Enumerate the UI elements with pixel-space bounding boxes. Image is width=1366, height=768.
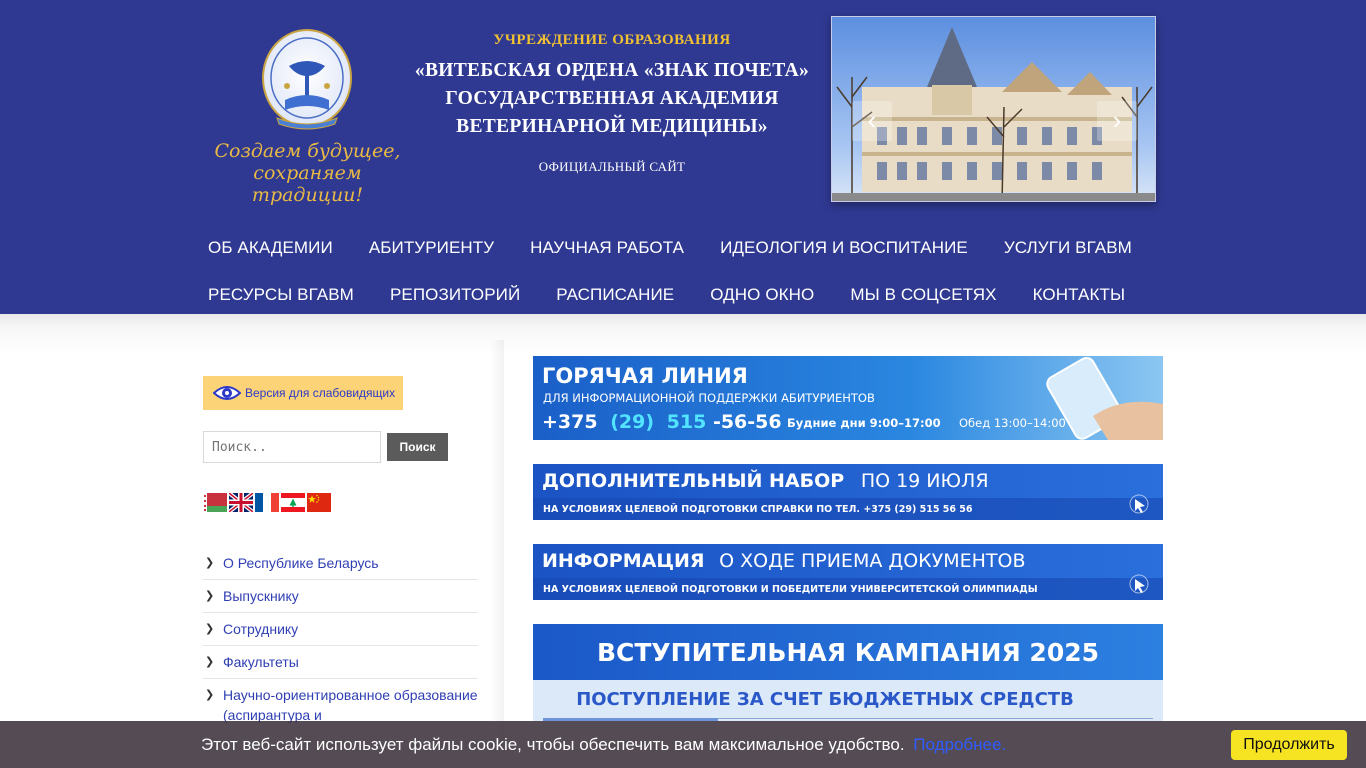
search-input[interactable] — [203, 431, 381, 463]
campaign-subtitle: ПОСТУПЛЕНИЕ ЗА СЧЕТ БЮДЖЕТНЫХ СРЕДСТВ — [576, 689, 1074, 710]
france-flag-icon[interactable] — [255, 493, 279, 512]
slider-next-button[interactable]: › — [1097, 101, 1137, 141]
eye-icon — [213, 386, 241, 400]
cookie-consent-bar: Этот веб-сайт использует файлы cookie, ч… — [0, 721, 1366, 768]
cookie-message: Этот веб-сайт использует файлы cookie, ч… — [201, 735, 1006, 755]
hotline-banner[interactable]: ГОРЯЧАЯ ЛИНИЯ ДЛЯ ИНФОРМАЦИОННОЙ ПОДДЕРЖ… — [533, 356, 1163, 440]
additional-enrollment-graphic: ДОПОЛНИТЕЛЬНЫЙ НАБОР ПО 19 ИЮЛЯ НА УСЛОВ… — [533, 464, 1163, 520]
hotline-title: ГОРЯЧАЯ ЛИНИЯ — [542, 364, 748, 388]
phone-code: (29) — [610, 411, 654, 433]
sidebar-item-label: Сотруднику — [223, 621, 299, 637]
nav-item-one-window[interactable]: ОДНО ОКНО — [692, 285, 832, 305]
phone-mid: 515 — [667, 411, 707, 433]
nav-row: РЕСУРСЫ ВГАВМ РЕПОЗИТОРИЙ РАСПИСАНИЕ ОДН… — [190, 271, 1180, 318]
sidebar-item-employee[interactable]: ❯ Сотруднику — [203, 613, 478, 646]
nav-item-research[interactable]: НАУЧНАЯ РАБОТА — [512, 238, 702, 258]
additional-subtitle: НА УСЛОВИЯХ ЦЕЛЕВОЙ ПОДГОТОВКИ СПРАВКИ П… — [543, 503, 973, 515]
admission-campaign-banner[interactable]: ВСТУПИТЕЛЬНАЯ КАМПАНИЯ 2025 ПОСТУПЛЕНИЕ … — [533, 624, 1163, 721]
nav-item-applicant[interactable]: АБИТУРИЕНТУ — [351, 238, 512, 258]
sidebar-item-label: О Республике Беларусь — [223, 555, 379, 571]
official-site-label: ОФИЦИАЛЬНЫЙ САЙТ — [538, 159, 686, 174]
additional-title-rest: ПО 19 ИЮЛЯ — [861, 470, 989, 492]
phone-prefix: +375 — [542, 411, 598, 433]
image-slider[interactable]: ‹ › — [831, 16, 1156, 202]
hotline-subtitle: ДЛЯ ИНФОРМАЦИОННОЙ ПОДДЕРЖКИ АБИТУРИЕНТО… — [543, 390, 875, 405]
nav-item-ideology[interactable]: ИДЕОЛОГИЯ И ВОСПИТАНИЕ — [702, 238, 986, 258]
sidebar-item-label: Научно-ориентированное образование (аспи… — [223, 687, 478, 723]
sidebar-item-belarus[interactable]: ❯ О Республике Беларусь — [203, 547, 478, 580]
chevron-right-icon: ❯ — [205, 557, 215, 569]
slider-prev-button[interactable]: ‹ — [852, 101, 892, 141]
info-title-bold: ИНФОРМАЦИЯ — [542, 550, 705, 572]
sidebar-item-faculties[interactable]: ❯ Факультеты — [203, 646, 478, 679]
cookie-more-link[interactable]: Подробнее. — [913, 735, 1006, 754]
nav-item-resources[interactable]: РЕСУРСЫ ВГАВМ — [190, 285, 372, 305]
lebanon-flag-icon[interactable] — [281, 493, 305, 512]
logo[interactable]: Создаем будущее, сохраняем традиции! — [200, 22, 415, 206]
search-button[interactable]: Поиск — [387, 433, 448, 461]
hotline-hours: Будние дни 9:00–17:00 — [787, 416, 941, 430]
chevron-right-icon: ❯ — [205, 590, 215, 602]
info-subtitle: НА УСЛОВИЯХ ЦЕЛЕВОЙ ПОДГОТОВКИ И ПОБЕДИТ… — [543, 583, 1038, 595]
additional-title-bold: ДОПОЛНИТЕЛЬНЫЙ НАБОР — [542, 469, 844, 492]
nav-item-schedule[interactable]: РАСПИСАНИЕ — [538, 285, 692, 305]
slogan-line: Создаем будущее, — [214, 140, 401, 162]
cookie-continue-button[interactable]: Продолжить — [1231, 730, 1347, 760]
admission-info-graphic: ИНФОРМАЦИЯ О ХОДЕ ПРИЕМА ДОКУМЕНТОВ НА У… — [533, 544, 1163, 600]
title-institution-type: УЧРЕЖДЕНИЕ ОБРАЗОВАНИЯ — [493, 32, 731, 48]
nav-item-services[interactable]: УСЛУГИ ВГАВМ — [986, 238, 1150, 258]
nav-item-social[interactable]: МЫ В СОЦСЕТЯХ — [832, 285, 1014, 305]
campaign-title: ВСТУПИТЕЛЬНАЯ КАМПАНИЯ 2025 — [597, 638, 1099, 667]
hotline-lunch: Обед 13:00–14:00 — [959, 416, 1066, 430]
title-line: ВЕТЕРИНАРНОЙ МЕДИЦИНЫ» — [456, 116, 768, 137]
title-line: ГОСУДАРСТВЕННАЯ АКАДЕМИЯ — [445, 88, 779, 109]
sidebar-item-label: Факультеты — [223, 654, 299, 670]
site-title: УЧРЕЖДЕНИЕ ОБРАЗОВАНИЯ «ВИТЕБСКАЯ ОРДЕНА… — [398, 32, 826, 175]
uk-flag-icon[interactable] — [229, 493, 253, 512]
phone-end: -56-56 — [713, 411, 782, 433]
additional-enrollment-banner[interactable]: ДОПОЛНИТЕЛЬНЫЙ НАБОР ПО 19 ИЮЛЯ НА УСЛОВ… — [533, 464, 1163, 520]
nav-row: ОБ АКАДЕМИИ АБИТУРИЕНТУ НАУЧНАЯ РАБОТА И… — [190, 224, 1180, 271]
academy-emblem-icon — [262, 29, 352, 130]
low-vision-label: Версия для слабовидящих — [245, 386, 396, 400]
nav-item-contacts[interactable]: КОНТАКТЫ — [1015, 285, 1144, 305]
main-navigation: ОБ АКАДЕМИИ АБИТУРИЕНТУ НАУЧНАЯ РАБОТА И… — [190, 224, 1180, 318]
cookie-text: Этот веб-сайт использует файлы cookie, ч… — [201, 735, 905, 754]
admission-campaign-graphic: ВСТУПИТЕЛЬНАЯ КАМПАНИЯ 2025 ПОСТУПЛЕНИЕ … — [533, 624, 1163, 721]
low-vision-version-button[interactable]: Версия для слабовидящих — [203, 376, 403, 410]
site-header: Создаем будущее, сохраняем традиции! УЧР… — [0, 0, 1366, 314]
info-title: ИНФОРМАЦИЯ О ХОДЕ ПРИЕМА ДОКУМЕНТОВ — [542, 550, 1026, 572]
info-title-rest: О ХОДЕ ПРИЕМА ДОКУМЕНТОВ — [719, 550, 1025, 572]
china-flag-icon[interactable] — [307, 493, 331, 512]
title-academy-name: «ВИТЕБСКАЯ ОРДЕНА «ЗНАК ПОЧЕТА» ГОСУДАРС… — [398, 57, 826, 141]
sidebar-item-graduate[interactable]: ❯ Выпускнику — [203, 580, 478, 613]
slogan: Создаем будущее, сохраняем традиции! — [200, 140, 415, 206]
nav-item-repository[interactable]: РЕПОЗИТОРИЙ — [372, 285, 538, 305]
title-line: «ВИТЕБСКАЯ ОРДЕНА «ЗНАК ПОЧЕТА» — [414, 60, 810, 81]
chevron-right-icon: ❯ — [205, 689, 215, 701]
slogan-line: сохраняем традиции! — [251, 162, 364, 206]
belarus-flag-icon[interactable] — [203, 493, 227, 512]
hotline-banner-graphic: ГОРЯЧАЯ ЛИНИЯ ДЛЯ ИНФОРМАЦИОННОЙ ПОДДЕРЖ… — [533, 356, 1163, 440]
chevron-right-icon: ❯ — [205, 623, 215, 635]
sidebar-item-label: Выпускнику — [223, 588, 299, 604]
sidebar-menu: ❯ О Республике Беларусь ❯ Выпускнику ❯ С… — [203, 547, 478, 731]
language-switcher — [203, 493, 331, 512]
sidebar-divider — [490, 340, 504, 740]
admission-info-banner[interactable]: ИНФОРМАЦИЯ О ХОДЕ ПРИЕМА ДОКУМЕНТОВ НА У… — [533, 544, 1163, 600]
nav-item-about[interactable]: ОБ АКАДЕМИИ — [190, 238, 351, 258]
additional-title: ДОПОЛНИТЕЛЬНЫЙ НАБОР ПО 19 ИЮЛЯ — [542, 469, 989, 492]
chevron-right-icon: ❯ — [205, 656, 215, 668]
